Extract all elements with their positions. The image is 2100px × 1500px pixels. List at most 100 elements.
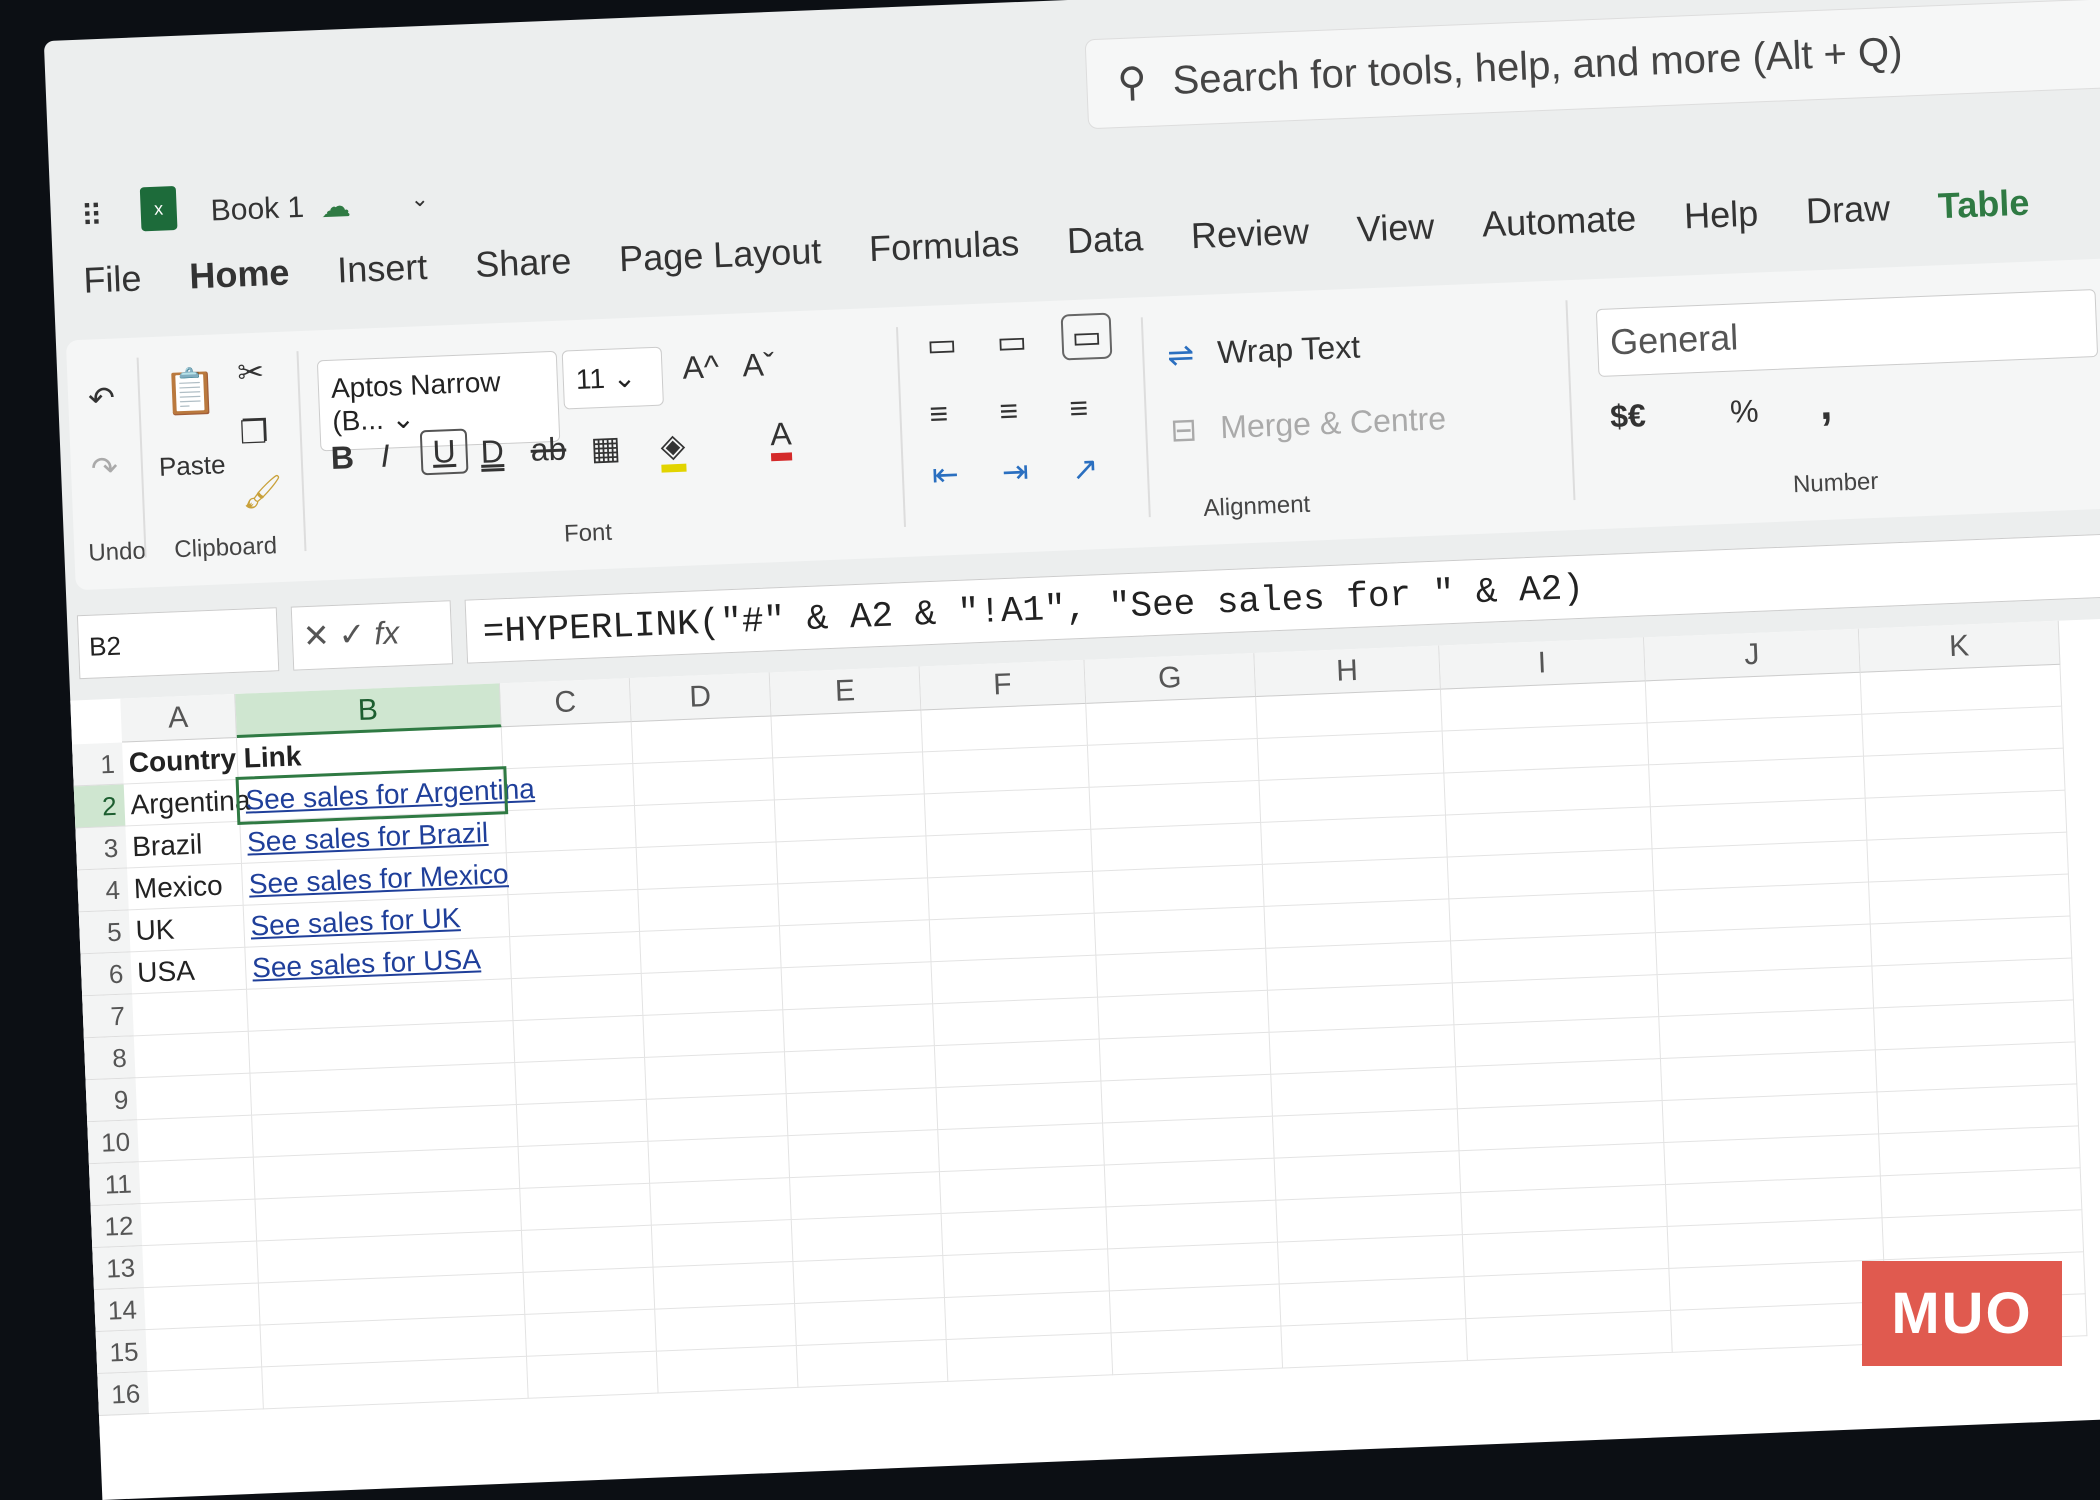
row-header-15[interactable]: 15	[96, 1330, 148, 1374]
cell[interactable]	[1268, 983, 1455, 1032]
bold-button[interactable]: B	[330, 439, 355, 477]
cell[interactable]	[510, 932, 642, 979]
cell[interactable]	[783, 1004, 935, 1052]
cell[interactable]	[785, 1046, 937, 1094]
cell[interactable]: USA	[130, 948, 247, 995]
title-chevron-down-icon[interactable]: ⌄	[410, 186, 429, 213]
cell[interactable]	[1278, 1235, 1465, 1284]
workbook-title[interactable]: Book 1	[210, 191, 305, 229]
cell[interactable]	[1265, 899, 1452, 948]
cell[interactable]	[652, 1220, 794, 1268]
align-right-icon[interactable]: ≡	[1069, 390, 1089, 428]
cell[interactable]	[1095, 907, 1267, 956]
cell[interactable]	[940, 1165, 1107, 1214]
font-size-select[interactable]: 11 ⌄	[562, 347, 664, 410]
cell[interactable]	[795, 1298, 947, 1346]
cell[interactable]	[930, 914, 1097, 963]
tab-file[interactable]: File	[83, 257, 143, 301]
cell[interactable]	[146, 1325, 263, 1372]
cell[interactable]	[945, 1291, 1112, 1340]
row-header-10[interactable]: 10	[87, 1120, 139, 1164]
row-header-4[interactable]: 4	[77, 868, 129, 912]
column-header-D[interactable]: D	[630, 673, 772, 723]
column-header-A[interactable]: A	[120, 694, 237, 743]
column-header-E[interactable]: E	[770, 666, 922, 716]
tab-page-layout[interactable]: Page Layout	[618, 230, 822, 280]
undo-icon[interactable]: ↶	[87, 379, 115, 418]
cell[interactable]	[1096, 949, 1268, 998]
cell[interactable]	[947, 1333, 1114, 1382]
cell[interactable]	[921, 704, 1088, 753]
table-header-cell[interactable]: Country	[122, 738, 239, 785]
copy-icon[interactable]: ❐	[239, 412, 269, 451]
tab-data[interactable]: Data	[1066, 217, 1144, 262]
cell[interactable]	[1280, 1277, 1467, 1326]
cell[interactable]	[647, 1094, 789, 1142]
row-header-7[interactable]: 7	[82, 994, 134, 1038]
underline-button[interactable]: U	[420, 428, 469, 475]
tab-share[interactable]: Share	[474, 240, 572, 286]
cell[interactable]	[645, 1052, 787, 1100]
cell[interactable]	[1086, 697, 1258, 746]
name-box[interactable]: B2	[77, 607, 279, 679]
row-header-6[interactable]: 6	[80, 952, 132, 996]
row-header-2[interactable]: 2	[74, 785, 126, 829]
top-align-icon[interactable]: ▭	[926, 325, 958, 364]
column-header-F[interactable]: F	[920, 660, 1087, 711]
cell[interactable]	[1091, 823, 1263, 872]
cell[interactable]	[507, 848, 639, 895]
cell[interactable]	[928, 872, 1095, 921]
row-header-5[interactable]: 5	[79, 910, 131, 954]
column-header-H[interactable]: H	[1254, 646, 1441, 697]
cell[interactable]	[654, 1262, 796, 1310]
cell[interactable]	[650, 1178, 792, 1226]
tab-home[interactable]: Home	[189, 251, 291, 297]
row-header-12[interactable]: 12	[91, 1204, 143, 1248]
tab-help[interactable]: Help	[1683, 192, 1759, 237]
cell[interactable]	[788, 1130, 940, 1178]
row-header-9[interactable]: 9	[86, 1078, 138, 1122]
cell[interactable]	[1671, 1302, 1888, 1353]
cell[interactable]	[643, 1010, 785, 1058]
cell[interactable]	[502, 722, 634, 769]
cell[interactable]	[512, 974, 644, 1021]
cell[interactable]	[642, 968, 784, 1016]
cell[interactable]	[780, 920, 932, 968]
row-header-14[interactable]: 14	[94, 1288, 146, 1332]
cell[interactable]	[1276, 1193, 1463, 1242]
tab-formulas[interactable]: Formulas	[868, 222, 1020, 270]
cell[interactable]	[1088, 739, 1260, 788]
shrink-font-button[interactable]: Aˇ	[742, 346, 775, 384]
cell[interactable]	[137, 1116, 254, 1163]
paste-button[interactable]: Paste	[158, 449, 226, 483]
tab-review[interactable]: Review	[1190, 211, 1310, 258]
cell[interactable]	[1108, 1243, 1280, 1292]
tab-automate[interactable]: Automate	[1481, 197, 1637, 245]
grow-font-button[interactable]: A^	[682, 348, 720, 386]
cell[interactable]	[943, 1249, 1110, 1298]
cell[interactable]	[1273, 1109, 1460, 1158]
search-box[interactable]: ⚲ Search for tools, help, and more (Alt …	[1085, 0, 2100, 129]
cell[interactable]	[1112, 1326, 1284, 1375]
cell[interactable]	[778, 878, 930, 926]
row-header-3[interactable]: 3	[75, 826, 127, 870]
cell[interactable]	[772, 710, 924, 758]
tab-table[interactable]: Table	[1937, 182, 2030, 228]
cell[interactable]	[923, 746, 1090, 795]
cell[interactable]	[775, 794, 927, 842]
cell[interactable]	[637, 842, 779, 890]
bottom-align-icon[interactable]: ▭	[1061, 313, 1113, 361]
double-underline-button[interactable]: D	[480, 433, 505, 471]
cell[interactable]	[514, 1016, 646, 1063]
cell[interactable]	[517, 1100, 649, 1147]
number-format-select[interactable]: General	[1596, 289, 2098, 377]
cell[interactable]	[147, 1367, 264, 1414]
cell[interactable]	[527, 1352, 659, 1399]
cell[interactable]: Brazil	[125, 822, 242, 869]
column-header-G[interactable]: G	[1084, 653, 1256, 704]
cell[interactable]	[792, 1214, 944, 1262]
cell[interactable]	[519, 1142, 651, 1189]
cell[interactable]	[1258, 732, 1445, 781]
cell[interactable]	[142, 1242, 259, 1289]
cell[interactable]	[524, 1268, 656, 1315]
